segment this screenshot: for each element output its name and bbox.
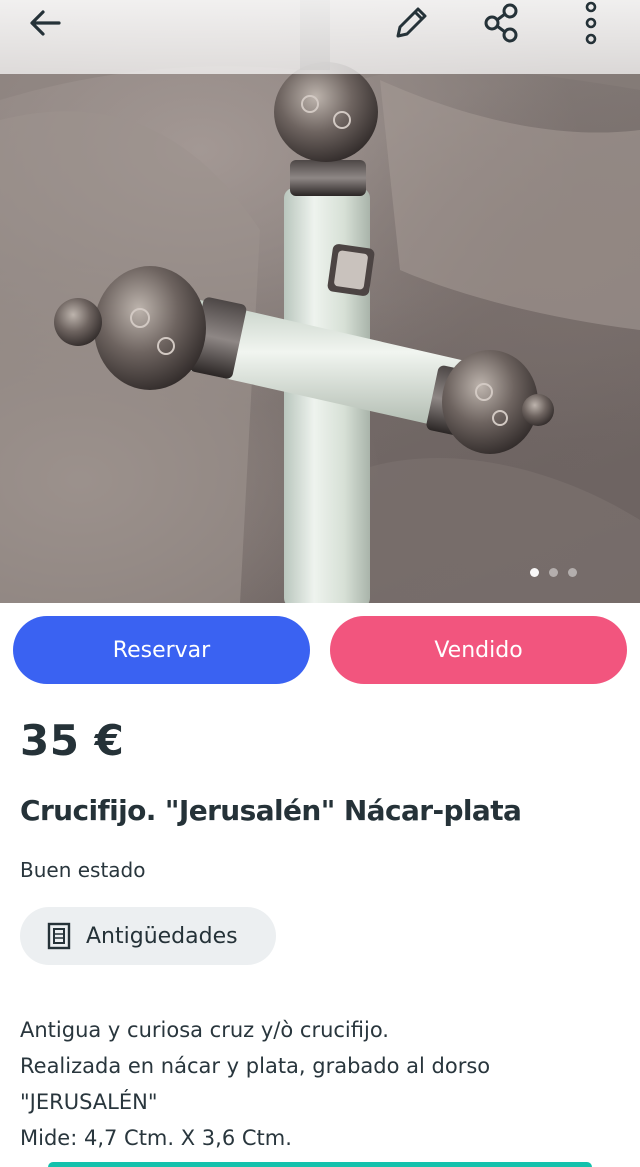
gallery-dot-3[interactable] [568,568,577,577]
product-title: Crucifijo. "Jerusalén" Nácar-plata [20,794,522,827]
crucifix-photo-illustration [0,0,640,603]
listing-actions: Reservar Vendido [13,616,627,684]
reserve-button[interactable]: Reservar [13,616,310,684]
product-description: Antigua y curiosa cruz y/ò crucifijo. Re… [20,1018,491,1150]
category-label: Antigüedades [86,923,238,949]
pencil-icon [396,7,427,38]
share-icon [484,3,518,43]
gallery-dot-2[interactable] [549,568,558,577]
toolbar-background [0,0,640,74]
gallery-dot-1[interactable] [530,568,539,577]
back-button[interactable] [18,0,72,46]
edit-button[interactable] [384,0,438,46]
bottom-action-bar[interactable] [48,1162,592,1167]
arrow-left-icon [30,10,61,36]
condition-label: Buen estado [20,858,146,882]
share-button[interactable] [474,0,528,46]
price: 35 € [20,716,125,765]
gallery-pagination[interactable] [530,568,577,577]
more-options-button[interactable] [564,0,618,46]
more-vertical-icon [585,1,597,45]
product-photo[interactable] [0,0,640,603]
category-chip[interactable]: Antigüedades [20,907,276,965]
sold-button[interactable]: Vendido [330,616,627,684]
antiques-icon [47,922,71,950]
